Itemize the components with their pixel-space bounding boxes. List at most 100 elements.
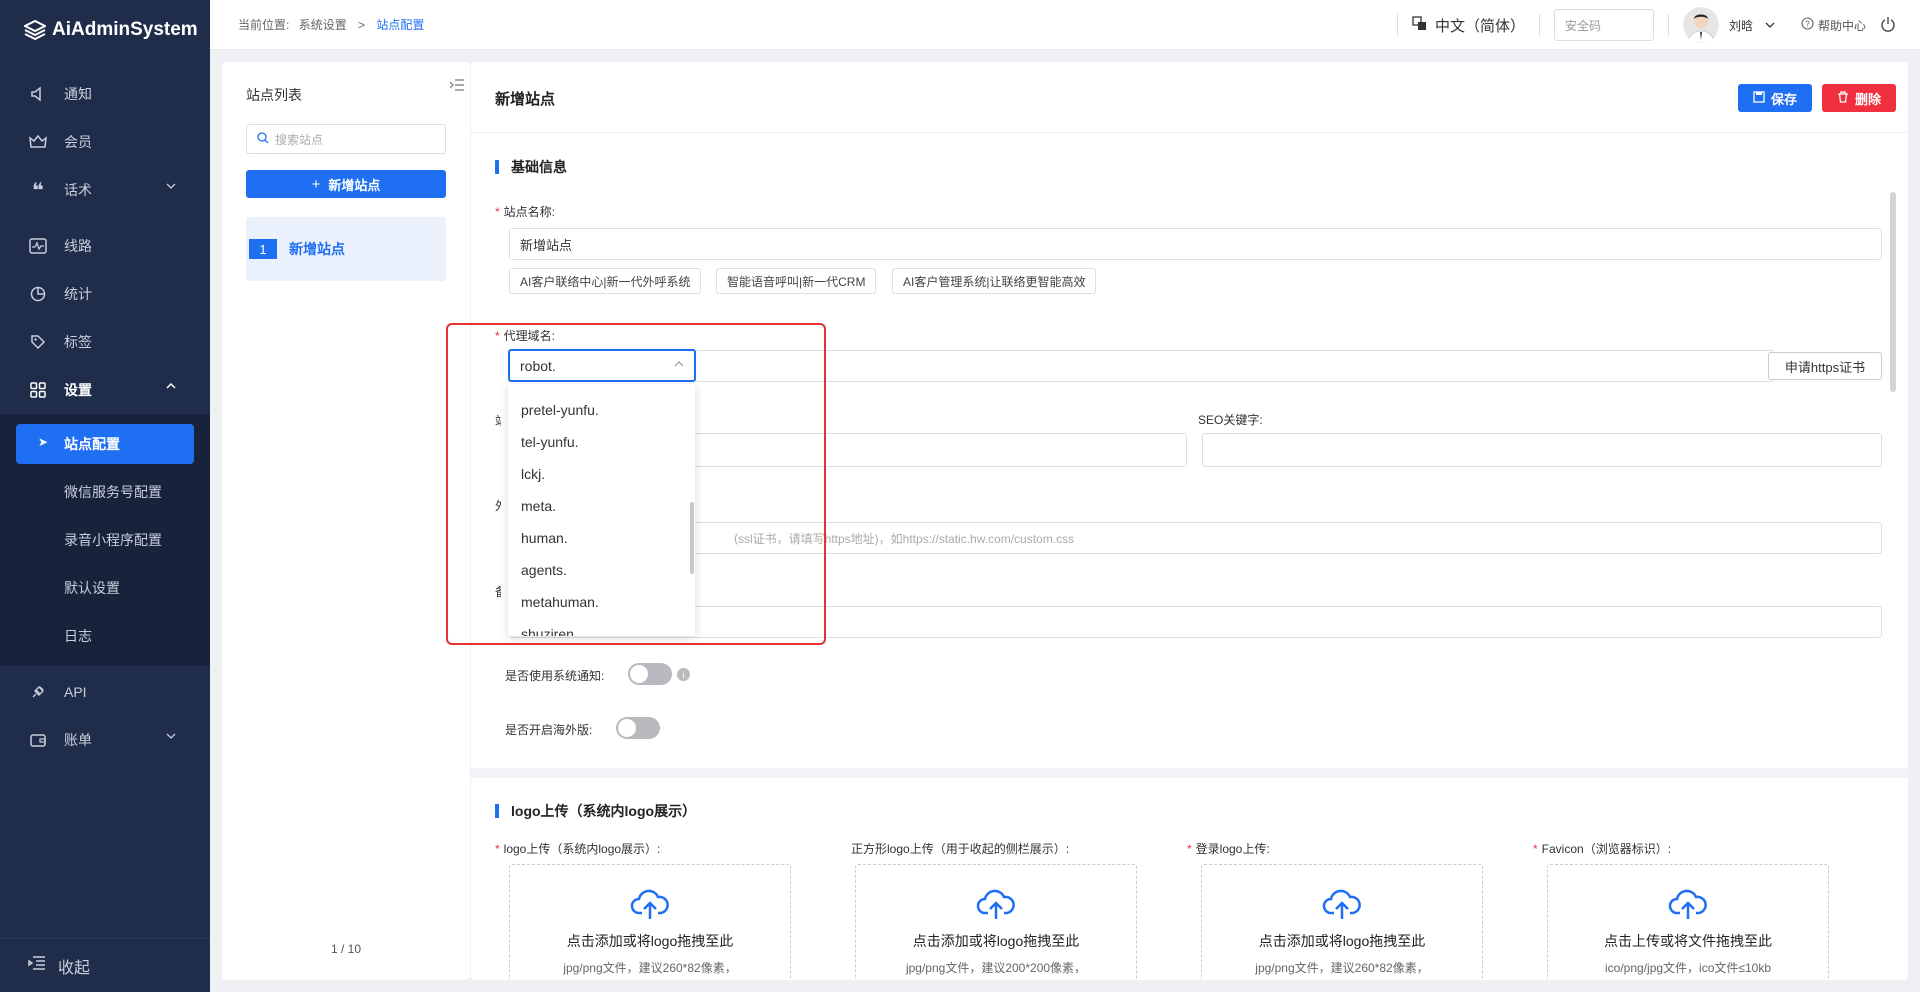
system-notice-toggle[interactable] [628,663,672,685]
power-icon [1881,16,1895,32]
save-button[interactable]: 保存 [1738,84,1812,112]
upload-label-text: Favicon（浏览器标识）: [1541,842,1672,856]
cloud-upload-icon [630,889,669,919]
upload-label: * logo上传（系统内logo展示）: [495,842,661,856]
tag-icon [28,332,48,352]
site-search-input[interactable]: 搜索站点 [246,124,446,154]
login-logo-upload-dropzone[interactable]: 点击添加或将logo拖拽至此 jpg/png文件，建议260*82像素， [1201,864,1483,980]
sidebar-item-line[interactable]: 线路 [0,222,210,270]
svg-text:?: ? [1805,20,1810,29]
sidebar-item-tags[interactable]: 标签 [0,318,210,366]
sidebar-subitem-wechat-config[interactable]: 微信服务号配置 [0,468,210,516]
collapse-icon [28,955,46,976]
sidebar-item-settings[interactable]: 设置 [0,366,210,414]
chevron-up-icon [166,383,176,389]
site-list-panel: 站点列表 搜索站点 + 新增站点 1 新增站点 1 / 10 [222,62,470,980]
help-center-link[interactable]: ? 帮助中心 [1801,17,1866,34]
sidebar-item-label: 账单 [64,732,92,748]
info-icon[interactable]: i [677,668,690,681]
toggle-list-button[interactable] [449,78,470,100]
save-label: 保存 [1770,91,1797,107]
quote-icon: ❝ [32,179,44,202]
sidebar-item-label: 标签 [64,334,92,350]
question-icon: ? [1801,17,1814,33]
site-name-label: * 站点名称: [495,205,556,219]
language-label: 中文（简体） [1434,17,1525,35]
upload-label-text: logo上传（系统内logo展示）: [503,842,661,856]
sidebar-subitem-logs[interactable]: 日志 [0,612,210,660]
sidebar-item-label: 线路 [64,238,92,254]
sidebar: AiAdminSystem 通知 会员 ❝ 话术 线路 统计 标签 设置 ➤ 站… [0,0,210,992]
user-menu[interactable]: 刘晗 [1729,17,1777,34]
list-item[interactable]: 1 新增站点 [246,217,446,281]
sidebar-item-label: API [64,684,87,700]
upload-hint: jpg/png文件，建议260*82像素， [1255,961,1429,975]
overseas-toggle[interactable] [616,717,660,739]
language-switcher[interactable]: 中文（简体） [1412,15,1525,36]
apply-https-cert-button[interactable]: 申请https证书 [1768,352,1882,380]
add-site-button[interactable]: + 新增站点 [246,170,446,198]
sidebar-item-member[interactable]: 会员 [0,118,210,166]
site-name-suggestion-chip[interactable]: 智能语音呼叫|新一代CRM [716,268,877,294]
cloud-upload-icon [1668,889,1707,919]
delete-label: 删除 [1854,91,1881,107]
divider [1538,14,1540,36]
sidebar-item-stats[interactable]: 统计 [0,270,210,318]
breadcrumb: 当前位置: 系统设置 > 站点配置 [238,16,424,33]
scrollbar[interactable] [1890,192,1896,392]
delete-button[interactable]: 删除 [1822,84,1896,112]
site-name-suggestion-chip[interactable]: AI客户管理系统|让联络更智能高效 [892,268,1097,294]
proxy-domain-input[interactable] [695,350,1774,382]
system-notice-label: 是否使用系统通知: [505,669,605,683]
upload-text: 点击添加或将logo拖拽至此 [912,933,1080,949]
upload-text: 点击上传或将文件拖拽至此 [1604,933,1772,949]
sidebar-item-label: 话术 [64,182,92,198]
upload-hint: jpg/png文件，建议200*200像素， [905,961,1087,975]
upload-text: 点击添加或将logo拖拽至此 [566,933,734,949]
chevron-down-icon [166,733,176,739]
logout-button[interactable] [1880,16,1896,35]
trash-icon [1837,90,1849,106]
breadcrumb-system-settings[interactable]: 系统设置 [299,18,347,32]
help-label: 帮助中心 [1817,18,1866,33]
secure-code-input[interactable]: 安全码 [1553,9,1654,41]
username: 刘晗 [1728,18,1753,33]
crown-icon [28,132,48,152]
sidebar-subitem-label: 录音小程序配置 [64,532,162,548]
sidebar-subitem-label: 站点配置 [64,436,120,452]
divider [471,132,1908,133]
pagination: 1 / 10 [330,942,362,956]
logo-upload-dropzone[interactable]: 点击添加或将logo拖拽至此 jpg/png文件，建议260*82像素， [509,864,791,980]
seo-keyword-input[interactable] [1202,433,1882,467]
sidebar-subitem-recording-config[interactable]: 录音小程序配置 [0,516,210,564]
sidebar-item-api[interactable]: API [0,668,210,716]
section-basic-title: 基础信息 [495,160,567,174]
square-logo-upload-dropzone[interactable]: 点击添加或将logo拖拽至此 jpg/png文件，建议200*200像素， [855,864,1137,980]
site-name-suggestion-chip[interactable]: AI客户联络中心|新一代外呼系统 [509,268,702,294]
cloud-upload-icon [1322,889,1361,919]
chevron-right-icon: ➤ [38,435,49,449]
collapse-sidebar-button[interactable]: 收起 [0,938,210,992]
sidebar-subitem-site-config[interactable]: ➤ 站点配置 [16,424,194,464]
sidebar-item-label: 通知 [64,86,92,102]
highlight-annotation-box [446,323,826,645]
upload-text: 点击添加或将logo拖拽至此 [1258,933,1426,949]
favicon-upload-dropzone[interactable]: 点击上传或将文件拖拽至此 ico/png/jpg文件，ico文件≤10kb [1547,864,1829,980]
site-name-input[interactable]: 新增站点 [509,228,1882,260]
sidebar-item-billing[interactable]: 账单 [0,716,210,764]
avatar[interactable] [1682,7,1719,43]
sidebar-item-script[interactable]: ❝ 话术 [0,166,210,214]
plus-icon: + [311,175,321,193]
app-logo[interactable]: AiAdminSystem [0,0,210,60]
collapse-label: 收起 [58,959,91,977]
grid-icon [28,380,48,400]
sidebar-subitem-label: 日志 [64,628,92,644]
logo-icon [24,20,46,40]
sidebar-subitem-default-settings[interactable]: 默认设置 [0,564,210,612]
breadcrumb-prefix: 当前位置: [238,18,290,32]
breadcrumb-separator: > [358,18,366,32]
sidebar-item-notice[interactable]: 通知 [0,70,210,118]
translate-icon [1412,15,1427,35]
settings-submenu: ➤ 站点配置 微信服务号配置 录音小程序配置 默认设置 日志 [0,414,210,666]
chevron-down-icon [166,183,176,189]
